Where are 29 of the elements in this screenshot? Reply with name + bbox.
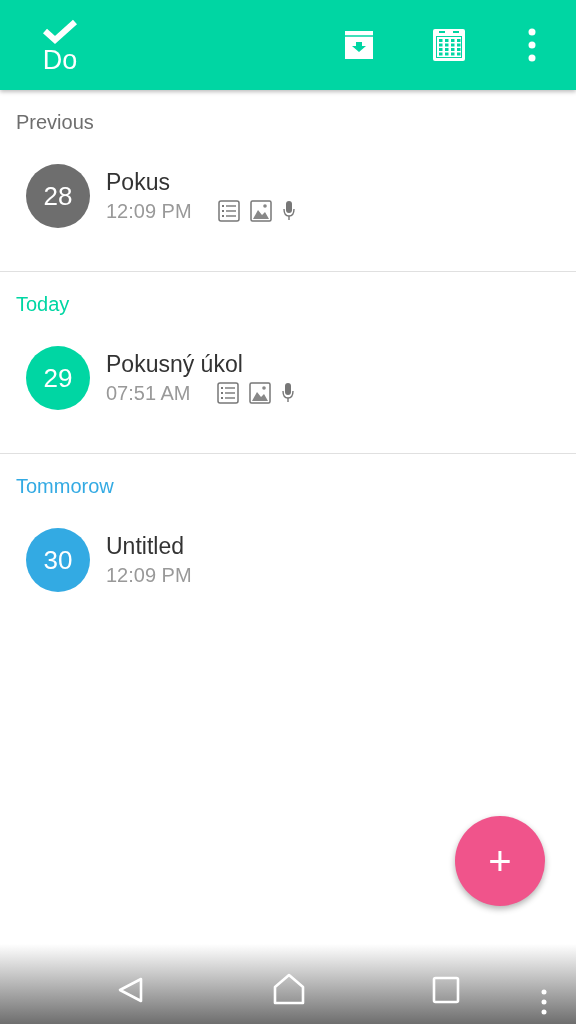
task-title: Pokus	[106, 168, 171, 197]
task-time: 07:51 AM	[106, 381, 191, 406]
day-badge: 28	[26, 164, 90, 228]
task-time: 12:09 PM	[106, 563, 192, 588]
calendar-icon[interactable]	[432, 28, 466, 62]
home-icon[interactable]	[272, 973, 306, 1007]
checklist-icon	[217, 200, 240, 222]
section-header: Previous	[15, 110, 95, 134]
microphone-icon	[280, 382, 295, 404]
checklist-icon	[216, 382, 239, 404]
day-badge: 30	[26, 528, 90, 592]
task-item[interactable]: 29 Pokusný úkol 07:51 AM	[0, 316, 576, 434]
more-menu-icon[interactable]	[528, 28, 536, 62]
task-item[interactable]: 30 Untitled 12:09 PM	[0, 498, 576, 616]
task-time: 12:09 PM	[106, 199, 192, 224]
app-logo-text: Do	[42, 45, 78, 75]
checkmark-icon	[42, 19, 78, 45]
image-icon	[248, 382, 271, 404]
image-icon	[249, 200, 272, 222]
task-item[interactable]: 28 Pokus 12:09 PM	[0, 134, 576, 252]
archive-icon[interactable]	[342, 28, 376, 62]
task-title: Pokusný úkol	[106, 350, 244, 379]
section-header: Tommorow	[15, 474, 115, 498]
recents-icon[interactable]	[432, 976, 460, 1004]
section-header: Today	[15, 292, 71, 316]
microphone-icon	[281, 200, 296, 222]
day-badge: 29	[26, 346, 90, 410]
task-title: Untitled	[106, 532, 185, 561]
more-icon[interactable]	[541, 989, 547, 1015]
